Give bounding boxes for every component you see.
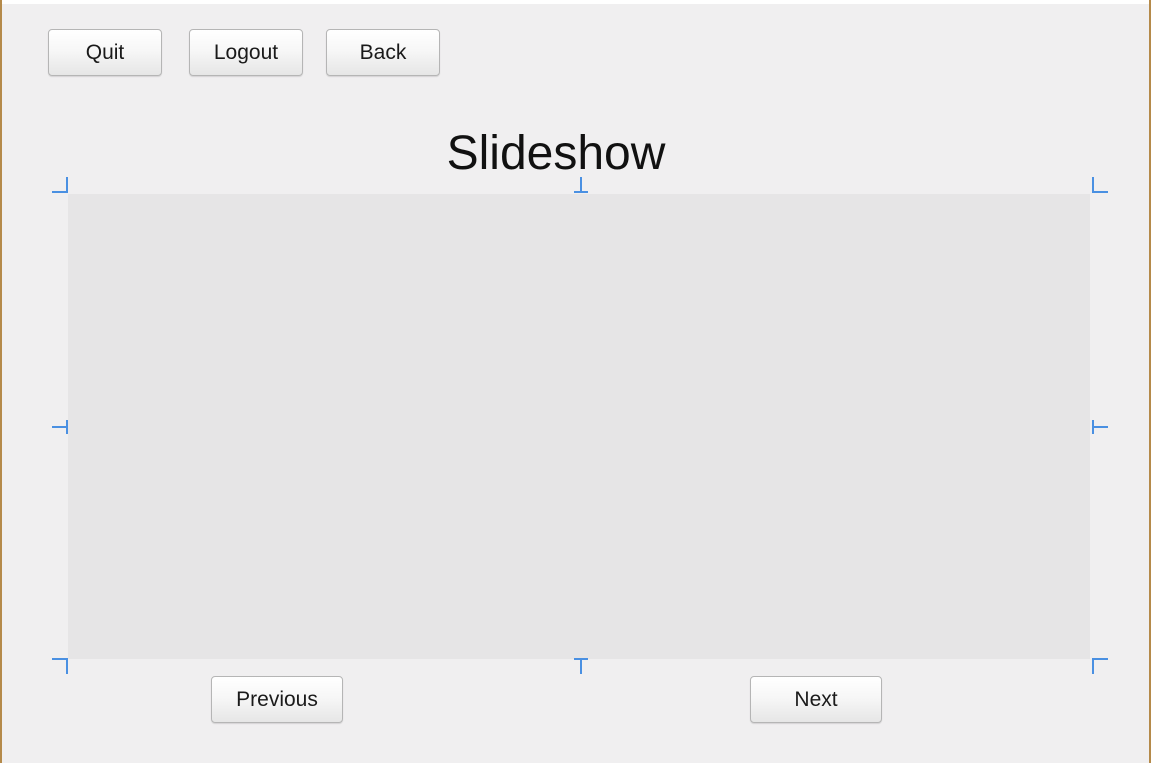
next-button[interactable]: Next [750, 676, 882, 723]
page-title: Slideshow [446, 127, 666, 180]
resize-handle-bottom-left[interactable] [51, 658, 69, 676]
quit-button[interactable]: Quit [48, 29, 162, 76]
resize-handle-top-right[interactable] [1092, 176, 1110, 194]
resize-handle-top-left[interactable] [51, 176, 69, 194]
back-button[interactable]: Back [326, 29, 440, 76]
resize-handle-bottom-center[interactable] [572, 658, 590, 676]
window-top-edge [2, 0, 1149, 4]
app-window: Quit Logout Back Slideshow Previous Next [0, 0, 1151, 763]
resize-handle-top-center[interactable] [572, 176, 590, 194]
slide-display-area[interactable] [68, 194, 1090, 659]
resize-handle-bottom-right[interactable] [1092, 658, 1110, 676]
previous-button[interactable]: Previous [211, 676, 343, 723]
resize-handle-middle-right[interactable] [1092, 418, 1110, 436]
resize-handle-middle-left[interactable] [51, 418, 69, 436]
logout-button[interactable]: Logout [189, 29, 303, 76]
